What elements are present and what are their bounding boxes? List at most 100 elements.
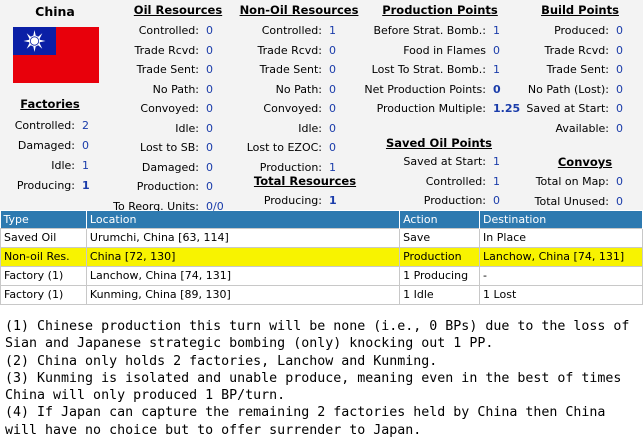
note-3: (3) Kunming is isolated and unable produ… <box>5 370 622 404</box>
nonoil-value: 1 <box>329 160 336 174</box>
factories-label: Controlled: <box>14 119 75 132</box>
column-header-location: Location <box>86 211 401 228</box>
oil-label: Convoyed: <box>140 102 199 115</box>
production-points-title: Production Points <box>382 3 498 17</box>
oil-label: Lost to SB: <box>140 141 199 154</box>
production-value: 1 <box>493 24 500 37</box>
production-value: 1 <box>493 63 500 76</box>
row-location: Kunming, China [89, 130] <box>85 284 401 305</box>
oil-value: 0 <box>206 24 213 37</box>
oil-value: 0 <box>206 121 213 135</box>
factories-value: 2 <box>82 119 89 132</box>
nonoil-label: Trade Sent: <box>259 63 322 76</box>
production-value: 0 <box>493 43 500 57</box>
row-type: Saved Oil <box>0 227 87 248</box>
convoys-value: 0 <box>616 175 623 188</box>
production-label: Production Multiple: <box>376 102 486 115</box>
row-action: 1 Producing <box>399 265 481 286</box>
build-label: Trade Sent: <box>546 63 609 76</box>
factories-label: Idle: <box>51 159 75 172</box>
convoys-label: Total on Map: <box>535 175 609 188</box>
note-1: (1) Chinese production this turn will be… <box>5 319 630 352</box>
oil-label: Trade Rcvd: <box>134 43 199 57</box>
nonoil-label: Production: <box>259 160 322 174</box>
oil-label: Idle: <box>175 121 199 135</box>
oil-value: 0 <box>206 102 213 115</box>
nonoil-value: 0 <box>329 141 336 154</box>
oil-label: No Path: <box>152 82 199 96</box>
row-destination: 1 Lost <box>479 284 643 305</box>
nonoil-resources-title: Non-Oil Resources <box>239 3 359 17</box>
row-location: Lanchow, China [74, 131] <box>85 265 401 286</box>
factories-label: Damaged: <box>17 139 75 152</box>
nonoil-label: Controlled: <box>261 24 322 37</box>
nonoil-label: Idle: <box>298 121 322 135</box>
nonoil-value: 0 <box>329 43 336 57</box>
build-value: 0 <box>616 121 623 135</box>
table-header-row: Type Location Action Destination <box>0 211 643 228</box>
total-value: 1 <box>329 194 337 207</box>
oil-value: 0 <box>206 43 213 57</box>
oil-resources-title: Oil Resources <box>133 3 223 17</box>
row-action: Save <box>399 227 481 248</box>
build-points-title: Build Points <box>541 3 619 17</box>
summary-panel: China Factories Controlled: 2 Damaged: 0… <box>0 0 643 213</box>
saved-value: 1 <box>493 174 500 188</box>
factories-label: Producing: <box>16 179 75 192</box>
column-header-type: Type <box>0 211 87 228</box>
build-value: 0 <box>616 43 623 57</box>
production-value: 0 <box>493 82 501 96</box>
convoys-title: Convoys <box>557 155 613 169</box>
saved-oil-points-title: Saved Oil Points <box>385 136 493 150</box>
build-label: No Path (Lost): <box>527 82 609 96</box>
notes: (1) Chinese production this turn will be… <box>5 318 641 439</box>
saved-label: Production: <box>423 194 486 207</box>
factories-title: Factories <box>20 97 80 111</box>
oil-value: 0 <box>206 63 213 76</box>
oil-label: Production: <box>136 180 199 193</box>
note-2: (2) China only holds 2 factories, Lancho… <box>5 353 438 369</box>
row-action: Production <box>399 246 481 267</box>
nonoil-value: 0 <box>329 121 336 135</box>
convoys-label: Total Unused: <box>534 194 609 208</box>
build-value: 0 <box>616 63 623 76</box>
note-4: (4) If Japan can capture the remaining 2… <box>5 405 606 438</box>
saved-value: 0 <box>493 194 500 207</box>
build-value: 0 <box>616 24 623 37</box>
column-header-action: Action <box>399 211 481 228</box>
table-row-highlighted: Non-oil Res. China [72, 130] Production … <box>0 246 643 267</box>
nonoil-value: 0 <box>329 82 336 96</box>
factories-value: 1 <box>82 179 90 192</box>
nonoil-label: Lost to EZOC: <box>246 141 322 154</box>
production-label: Net Production Points: <box>364 82 486 96</box>
factories-value: 0 <box>82 139 89 152</box>
production-label: Food in Flames <box>403 43 486 57</box>
build-label: Saved at Start: <box>526 102 609 115</box>
production-value: 1.25 <box>493 102 521 115</box>
nonoil-value: 1 <box>329 24 336 37</box>
production-label: Lost To Strat. Bomb.: <box>371 63 486 76</box>
build-label: Available: <box>555 121 610 135</box>
nonoil-value: 0 <box>329 63 336 76</box>
row-location: China [72, 130] <box>85 246 401 267</box>
build-value: 0 <box>616 102 623 115</box>
production-label: Before Strat. Bomb.: <box>373 24 486 37</box>
oil-value: 0 <box>206 141 213 154</box>
row-location: Urumchi, China [63, 114] <box>85 227 401 248</box>
table-row: Factory (1) Kunming, China [89, 130] 1 I… <box>0 284 643 305</box>
convoys-value: 0 <box>616 194 623 208</box>
row-destination: In Place <box>479 227 643 248</box>
row-destination: Lanchow, China [74, 131] <box>479 246 643 267</box>
oil-value: 0 <box>206 160 213 174</box>
total-label: Producing: <box>263 194 322 207</box>
build-label: Trade Rcvd: <box>544 43 609 57</box>
resource-table: Type Location Action Destination Saved O… <box>0 211 643 305</box>
oil-value: 0 <box>206 82 213 96</box>
row-destination: - <box>479 265 643 286</box>
oil-value: 0 <box>206 180 213 193</box>
saved-value: 1 <box>493 155 500 168</box>
oil-label: Trade Sent: <box>136 63 199 76</box>
row-action: 1 Idle <box>399 284 481 305</box>
column-header-destination: Destination <box>479 211 643 228</box>
row-type: Factory (1) <box>0 265 87 286</box>
